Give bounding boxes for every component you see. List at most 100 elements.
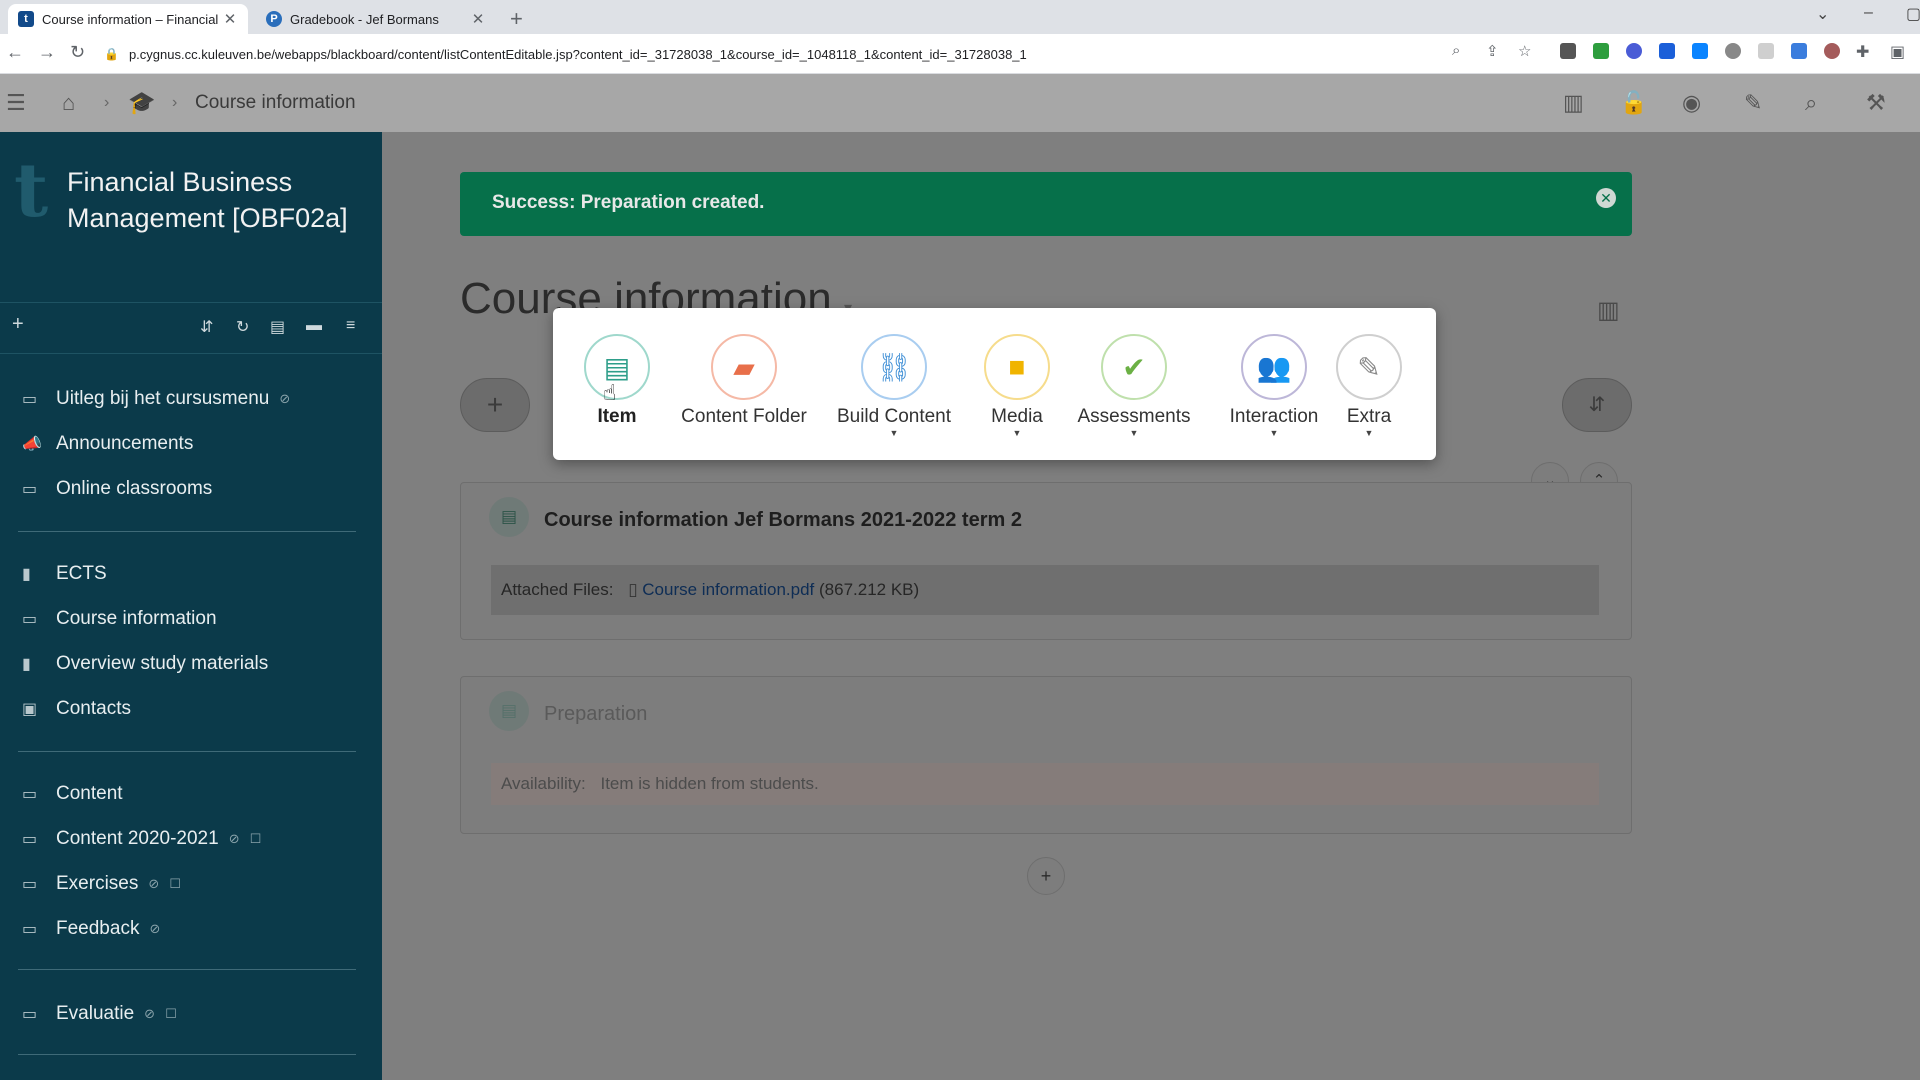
- sidebar-item-contacts[interactable]: ▣ Contacts: [22, 694, 131, 724]
- extension-wifi-icon[interactable]: [1758, 43, 1774, 59]
- extensions-puzzle-icon[interactable]: ✚: [1856, 42, 1869, 62]
- sidebar-item-label: Overview study materials: [56, 653, 269, 674]
- menu-item-label: Media: [991, 406, 1043, 427]
- content-item-course-information: ▤ Course information Jef Bormans 2021-20…: [460, 482, 1632, 640]
- sidebar-item-online-classrooms[interactable]: ▭ Online classrooms: [22, 474, 212, 504]
- sidebar-item-overview-study-materials[interactable]: ▮ Overview study materials: [22, 649, 268, 679]
- address-bar[interactable]: 🔒 p.cygnus.cc.kuleuven.be/webapps/blackb…: [104, 40, 1484, 68]
- checklist-icon: ✔: [1101, 334, 1167, 400]
- success-message: Success: Preparation created.: [492, 192, 765, 213]
- close-banner-icon[interactable]: ✕: [1596, 188, 1616, 208]
- sidebar-item-label: Content 2020-2021: [56, 828, 219, 849]
- browser-toolbar: ← → ↻ 🔒 p.cygnus.cc.kuleuven.be/webapps/…: [0, 34, 1920, 74]
- browser-tabstrip: t Course information – Financial B ✕ P G…: [0, 0, 1920, 34]
- menu-item-build-content[interactable]: ⛓ Build Content ▼: [826, 334, 962, 438]
- student-preview-eye-icon[interactable]: ◉: [1682, 90, 1701, 116]
- menu-item-label: Item: [597, 406, 637, 427]
- attached-files-label: Attached Files:: [501, 580, 614, 599]
- sidebar-item-content[interactable]: ▭ Content: [22, 779, 123, 809]
- sidebar-item-label: Announcements: [56, 433, 194, 454]
- sidebar-item-label: Course information: [56, 608, 217, 629]
- menu-item-assessments[interactable]: ✔ Assessments ▼: [1070, 334, 1198, 438]
- attached-file-link[interactable]: Course information.pdf: [642, 580, 814, 599]
- tab-search-icon[interactable]: ⌄: [1816, 4, 1829, 24]
- extension-grid-icon[interactable]: [1659, 43, 1675, 59]
- folder-icon[interactable]: ▬: [306, 317, 322, 335]
- sidebar-toolbar: + ⇵ ↻ ▤ ▬ ≡: [0, 302, 382, 354]
- refresh-icon[interactable]: ↻: [236, 317, 249, 337]
- attached-file-size: (867.212 KB): [819, 580, 920, 599]
- course-logo: t: [14, 148, 49, 234]
- extension-pen-icon[interactable]: [1791, 43, 1807, 59]
- close-tab-icon[interactable]: ✕: [470, 10, 486, 28]
- menu-item-label: Extra: [1346, 406, 1392, 427]
- back-icon[interactable]: ←: [6, 42, 24, 63]
- folder-icon: ▭: [22, 611, 38, 628]
- sidebar-item-uitleg[interactable]: ▭ Uitleg bij het cursusmenu ⊘: [22, 384, 290, 414]
- course-title[interactable]: Financial Business Management [OBF02a]: [67, 164, 367, 236]
- browser-tab-gradebook[interactable]: P Gradebook - Jef Bormans ✕: [256, 4, 496, 34]
- document-icon: ▤: [489, 691, 529, 731]
- menu-item-interaction[interactable]: 👥 Interaction ▼: [1209, 334, 1339, 438]
- side-panel-icon[interactable]: ▣: [1890, 42, 1905, 62]
- breadcrumb-separator-icon: ›: [104, 94, 110, 111]
- document-icon: ▤: [489, 497, 529, 537]
- add-menu-item-button[interactable]: +: [12, 313, 24, 336]
- menu-item-item[interactable]: ▤ Item: [584, 334, 650, 428]
- dropdown-caret-icon: ▼: [1269, 428, 1279, 438]
- menu-item-content-folder[interactable]: ▰ Content Folder: [674, 334, 814, 428]
- new-tab-button[interactable]: +: [510, 6, 523, 32]
- menu-item-media[interactable]: ■ Media ▼: [982, 334, 1052, 438]
- restore-icon[interactable]: ▢: [1906, 4, 1920, 24]
- breadcrumb-separator-icon: ›: [172, 94, 178, 111]
- sidebar-item-label: Evaluatie: [56, 1003, 135, 1024]
- content-item-title[interactable]: Course information Jef Bormans 2021-2022…: [544, 509, 1022, 532]
- dropdown-caret-icon: ▼: [889, 428, 899, 438]
- search-icon[interactable]: ⌕: [1805, 90, 1817, 116]
- sidebar-item-content-2020-2021[interactable]: ▭ Content 2020-2021 ⊘ ☐: [22, 824, 261, 854]
- minimize-icon[interactable]: –: [1864, 4, 1873, 22]
- admin-tools-icon[interactable]: ⚒: [1866, 90, 1886, 116]
- folder-view-icon[interactable]: ▤: [270, 317, 285, 337]
- sidebar-item-course-information[interactable]: ▭ Course information: [22, 604, 217, 634]
- statistics-chart-icon[interactable]: ▥: [1597, 296, 1620, 325]
- add-content-menu: ▤ Item ▰ Content Folder ⛓ Build Content …: [553, 308, 1436, 460]
- extension-download-icon[interactable]: [1593, 43, 1609, 59]
- performance-chart-icon[interactable]: ▥: [1563, 90, 1584, 116]
- list-view-icon[interactable]: ≡: [346, 317, 355, 335]
- sidebar-item-evaluatie[interactable]: ▭ Evaluatie ⊘ ☐: [22, 999, 177, 1029]
- close-tab-icon[interactable]: ✕: [222, 10, 238, 28]
- sidebar-item-exercises[interactable]: ▭ Exercises ⊘ ☐: [22, 869, 181, 899]
- edit-mode-pencil-icon[interactable]: ✎: [1744, 90, 1762, 116]
- reload-icon[interactable]: ↻: [70, 42, 85, 63]
- reorder-content-button[interactable]: ⇵: [1562, 378, 1632, 432]
- forward-icon[interactable]: →: [38, 42, 56, 63]
- extension-shield-icon[interactable]: [1560, 43, 1576, 59]
- zoom-icon[interactable]: ⌕: [1452, 42, 1460, 59]
- browser-tab-course-information[interactable]: t Course information – Financial B ✕: [8, 4, 248, 34]
- lock-icon[interactable]: 🔒: [104, 47, 119, 61]
- bookmark-star-icon[interactable]: ☆: [1518, 42, 1531, 60]
- contact-card-icon: ▣: [22, 701, 38, 718]
- sidebar-item-feedback[interactable]: ▭ Feedback ⊘: [22, 914, 160, 944]
- course-sidebar: t Financial Business Management [OBF02a]…: [0, 132, 382, 1080]
- menu-item-label: Content Folder: [681, 406, 807, 427]
- share-icon[interactable]: ⇪: [1486, 42, 1499, 60]
- extension-windows-icon[interactable]: [1692, 43, 1708, 59]
- add-content-inline-button[interactable]: +: [1027, 857, 1065, 895]
- extension-circle-icon[interactable]: [1725, 43, 1741, 59]
- add-content-button[interactable]: +: [460, 378, 530, 432]
- sidebar-item-ects[interactable]: ▮ ECTS: [22, 559, 107, 589]
- graduation-cap-icon[interactable]: 🎓: [128, 90, 155, 116]
- sidebar-item-label: Exercises: [56, 873, 139, 894]
- menu-item-extra[interactable]: ✎ Extra ▼: [1335, 334, 1403, 438]
- home-icon[interactable]: ⌂: [62, 90, 75, 116]
- extension-gear-icon[interactable]: [1626, 43, 1642, 59]
- profile-avatar-icon[interactable]: [1824, 43, 1840, 59]
- unlock-icon[interactable]: 🔓: [1620, 90, 1647, 116]
- content-item-preparation: ▤ Preparation Availability: Item is hidd…: [460, 676, 1632, 834]
- menu-hamburger-icon[interactable]: ☰: [6, 90, 26, 116]
- reorder-icon[interactable]: ⇵: [200, 317, 213, 337]
- sidebar-item-announcements[interactable]: 📣 Announcements: [22, 429, 193, 459]
- content-item-title[interactable]: Preparation: [544, 703, 647, 726]
